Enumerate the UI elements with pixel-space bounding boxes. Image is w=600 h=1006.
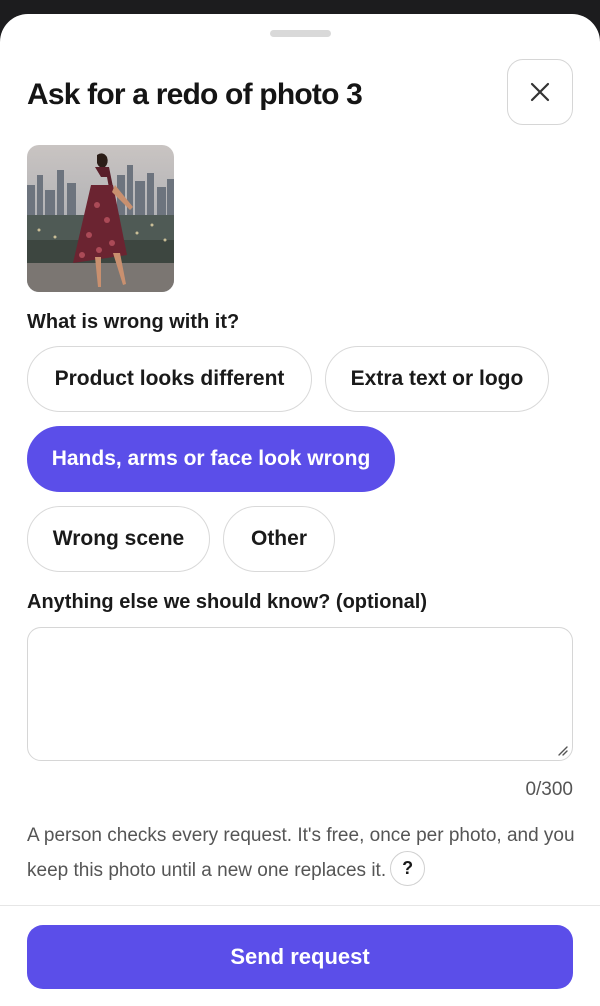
option-wrong-scene[interactable]: Wrong scene [27,506,210,572]
info-note: A person checks every request. It's free… [27,818,577,888]
resize-handle-icon[interactable] [556,744,568,756]
option-extra-text-or-logo[interactable]: Extra text or logo [325,346,549,412]
close-icon [530,82,550,102]
photo-thumbnail [27,145,174,292]
footer-divider [0,905,600,906]
question-label: What is wrong with it? [27,311,240,333]
redo-request-sheet: Ask for a redo of photo 3 What is wrong … [0,14,600,1006]
sheet-grabber-handle[interactable] [270,30,331,37]
character-counter: 0/300 [525,779,573,800]
info-note-text: A person checks every request. It's free… [27,825,575,881]
details-label: Anything else we should know? (optional) [27,591,427,613]
details-textarea[interactable] [27,627,573,761]
sheet-title: Ask for a redo of photo 3 [27,78,363,111]
option-hands-arms-face[interactable]: Hands, arms or face look wrong [27,426,395,492]
option-other[interactable]: Other [223,506,335,572]
send-request-button[interactable]: Send request [27,925,573,989]
option-product-looks-different[interactable]: Product looks different [27,346,312,412]
help-icon[interactable]: ? [390,851,426,887]
close-button[interactable] [507,59,573,125]
